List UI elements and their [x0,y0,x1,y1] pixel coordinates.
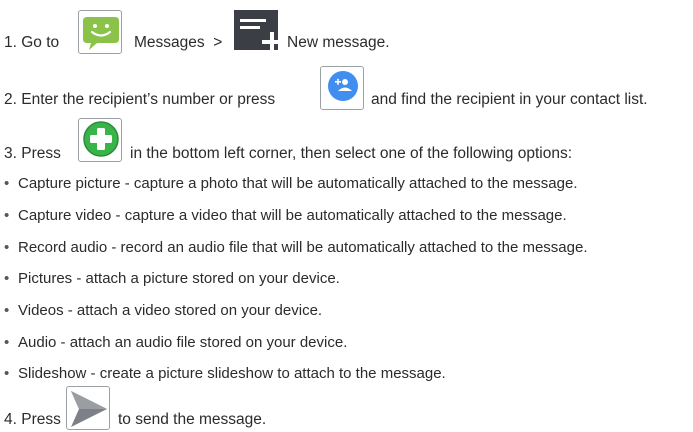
step-text: Enter the recipient’s number or press [21,91,276,108]
step-text-after: and find the recipient in your contact l… [371,91,648,108]
new-message-label: New message. [287,34,390,51]
attach-plus-icon [78,118,122,162]
new-message-icon [234,10,282,54]
messages-app-icon [78,10,122,54]
step-text: Press [21,145,61,162]
list-item: • Slideshow - create a picture slideshow … [4,365,446,382]
list-item: • Capture picture - capture a photo that … [4,175,578,192]
list-item: • Capture video - capture a video that wi… [4,207,567,224]
step-number: 2. [4,91,17,108]
list-item: • Pictures - attach a picture stored on y… [4,270,340,287]
add-contact-icon [320,66,364,110]
messages-label: Messages [134,34,205,51]
send-icon [66,386,110,430]
list-item: • Audio - attach an audio file stored on … [4,334,348,351]
list-item: • Record audio - record an audio file tha… [4,239,588,256]
step-text-after: to send the message. [118,411,267,428]
step-text-after: in the bottom left corner, then select o… [130,145,573,162]
separator: > [213,34,223,51]
step-text: Press [21,411,61,428]
step-text: Go to [21,34,60,51]
step-number: 3. [4,145,17,162]
step-number: 1. [4,34,17,51]
list-item: • Videos - attach a video stored on your … [4,302,323,319]
step-number: 4. [4,411,17,428]
